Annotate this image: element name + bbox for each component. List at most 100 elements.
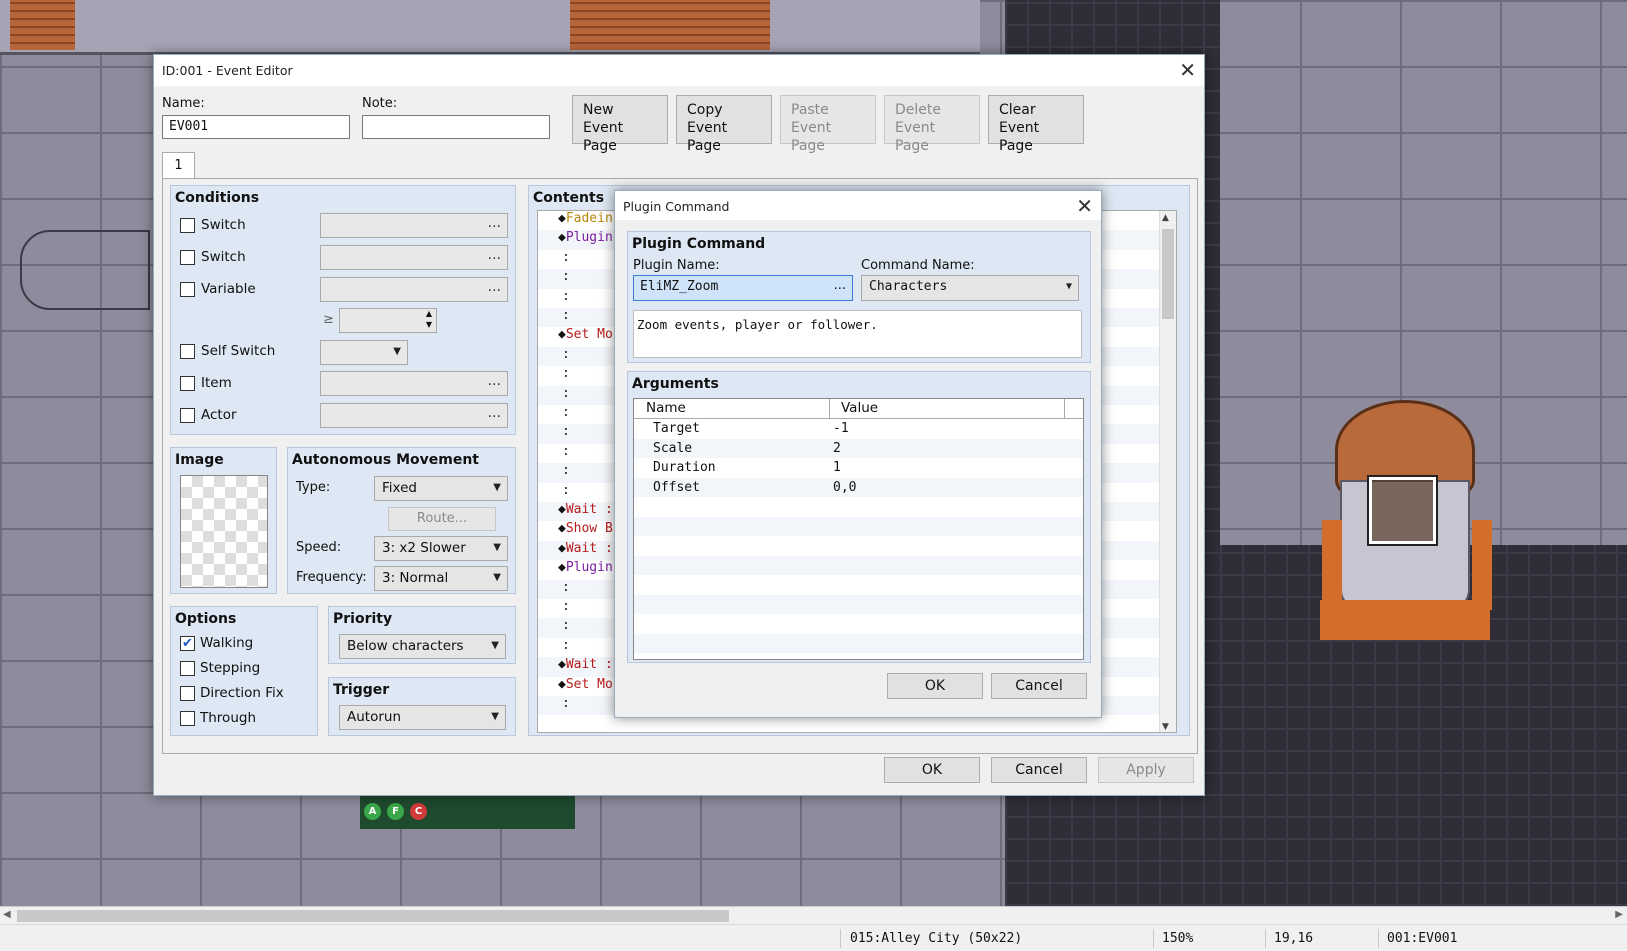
route-button[interactable]: Route...	[388, 507, 496, 531]
argument-row[interactable]: Offset 0,0	[634, 477, 1083, 497]
actor-checkbox[interactable]	[180, 408, 195, 423]
speed-label: Speed:	[296, 540, 342, 555]
frequency-value: 3: Normal	[382, 570, 449, 586]
image-preview[interactable]	[180, 475, 268, 588]
argument-row[interactable]	[634, 516, 1083, 536]
argument-row[interactable]	[634, 536, 1083, 556]
self-switch-label: Self Switch	[201, 343, 276, 359]
argument-row[interactable]	[634, 555, 1083, 575]
argument-row[interactable]	[634, 633, 1083, 653]
command-text: Plugin	[565, 230, 613, 246]
argument-row[interactable]	[634, 614, 1083, 634]
event-marker-a-icon[interactable]: A	[364, 803, 381, 820]
button-line: Delete	[895, 102, 941, 118]
stepping-checkbox[interactable]	[180, 661, 195, 676]
plugin-command-dialog: Plugin Command ✕ Plugin Command Plugin N…	[614, 190, 1102, 718]
actor-label: Actor	[201, 407, 237, 423]
delete-event-page-button[interactable]: Delete Event Page	[884, 95, 980, 154]
chevron-down-icon: ▼	[491, 640, 499, 651]
map-tile-cursor	[1367, 475, 1438, 546]
command-text: :	[562, 443, 570, 459]
priority-select[interactable]: Below characters ▼	[339, 634, 506, 659]
spin-down-icon[interactable]: ▼	[426, 320, 432, 329]
arguments-grid[interactable]: Name Value Target -1 Scale 2 Duration 1 Offset…	[633, 398, 1084, 660]
contents-scrollbar[interactable]: ▲ ▼	[1159, 211, 1176, 732]
type-value: Fixed	[382, 480, 417, 496]
plugin-name-field[interactable]: EliMZ_Zoom ...	[633, 275, 853, 301]
argument-row[interactable]	[634, 575, 1083, 595]
scroll-left-icon[interactable]: ◀	[3, 909, 11, 920]
ok-button[interactable]: OK	[884, 757, 980, 783]
scroll-right-icon[interactable]: ▶	[1615, 909, 1623, 920]
command-text: Plugin	[565, 560, 613, 576]
map-horizontal-scrollbar[interactable]: ◀ ▶	[0, 906, 1627, 924]
type-select[interactable]: Fixed ▼	[374, 476, 508, 501]
column-name-header[interactable]: Name	[646, 400, 686, 416]
item-selector[interactable]: ...	[320, 371, 508, 396]
autonomous-movement-title: Autonomous Movement	[292, 452, 479, 468]
apply-button[interactable]: Apply	[1098, 757, 1194, 783]
argument-row[interactable]	[634, 594, 1083, 614]
event-marker-f-icon[interactable]: F	[387, 803, 404, 820]
dots-icon: ...	[487, 215, 501, 231]
switch2-checkbox[interactable]	[180, 250, 195, 265]
argument-row[interactable]: Scale 2	[634, 438, 1083, 458]
argument-row[interactable]: Duration 1	[634, 458, 1083, 478]
browse-dots-icon[interactable]: ...	[834, 278, 846, 293]
variable-checkbox[interactable]	[180, 282, 195, 297]
command-text: Set Mo	[565, 676, 613, 692]
through-checkbox[interactable]	[180, 711, 195, 726]
options-title: Options	[175, 611, 237, 627]
close-icon[interactable]: ✕	[1076, 194, 1093, 218]
clear-event-page-button[interactable]: Clear Event Page	[988, 95, 1084, 154]
scrollbar-thumb[interactable]	[1162, 229, 1174, 319]
variable-value-spinner[interactable]: ▲ ▼	[339, 308, 437, 333]
switch2-selector[interactable]: ...	[320, 245, 508, 270]
walking-checkbox[interactable]: ✔	[180, 636, 195, 651]
column-value-header[interactable]: Value	[841, 400, 878, 416]
direction-fix-checkbox[interactable]	[180, 686, 195, 701]
note-field[interactable]	[362, 115, 550, 139]
scroll-up-icon[interactable]: ▲	[1162, 213, 1169, 223]
ge-symbol: ≥	[323, 312, 334, 327]
variable-selector[interactable]: ...	[320, 277, 508, 302]
event-tile-strip[interactable]: A F C	[360, 795, 575, 829]
switch1-checkbox[interactable]	[180, 218, 195, 233]
name-field[interactable]: EV001	[162, 115, 350, 139]
command-diamond-icon: ◆	[558, 502, 566, 517]
name-label: Name:	[162, 96, 205, 111]
dialog-cancel-button[interactable]: Cancel	[991, 673, 1087, 699]
self-switch-checkbox[interactable]	[180, 344, 195, 359]
scroll-down-icon[interactable]: ▼	[1162, 722, 1169, 732]
new-event-page-button[interactable]: New Event Page	[572, 95, 668, 154]
argument-row[interactable]: Target -1	[634, 419, 1083, 439]
dots-icon: ...	[487, 279, 501, 295]
actor-selector[interactable]: ...	[320, 403, 508, 428]
argument-row[interactable]	[634, 497, 1083, 517]
spin-up-icon[interactable]: ▲	[426, 309, 432, 318]
switch1-selector[interactable]: ...	[320, 213, 508, 238]
item-checkbox[interactable]	[180, 376, 195, 391]
close-icon[interactable]: ✕	[1179, 58, 1196, 82]
self-switch-select[interactable]: ▼	[320, 340, 408, 365]
scrollbar-thumb[interactable]	[17, 910, 729, 922]
command-text: :	[562, 346, 570, 362]
speed-select[interactable]: 3: x2 Slower ▼	[374, 536, 508, 561]
copy-event-page-button[interactable]: Copy Event Page	[676, 95, 772, 154]
event-marker-c-icon[interactable]: C	[410, 803, 427, 820]
command-text: Show B	[565, 521, 613, 537]
dialog-ok-button[interactable]: OK	[887, 673, 983, 699]
priority-title: Priority	[333, 611, 393, 627]
tab-page-1[interactable]: 1	[162, 152, 195, 179]
dots-icon: ...	[487, 373, 501, 389]
cancel-button[interactable]: Cancel	[991, 757, 1087, 783]
frequency-select[interactable]: 3: Normal ▼	[374, 566, 508, 591]
command-name-select[interactable]: Characters ▼	[861, 275, 1079, 301]
command-row[interactable]	[538, 715, 1159, 732]
paste-event-page-button[interactable]: Paste Event Page	[780, 95, 876, 154]
command-diamond-icon: ◆	[558, 521, 566, 537]
status-separator	[1153, 929, 1154, 948]
status-zoom: 150%	[1162, 931, 1194, 946]
image-panel: Image	[170, 447, 277, 594]
trigger-select[interactable]: Autorun ▼	[339, 705, 506, 730]
